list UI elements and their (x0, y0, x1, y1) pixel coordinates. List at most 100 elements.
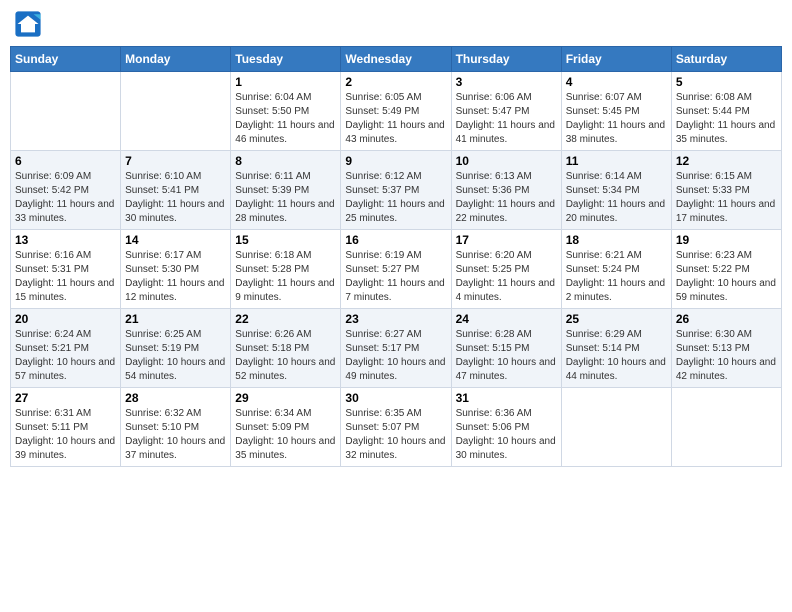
week-row-3: 13 Sunrise: 6:16 AM Sunset: 5:31 PM Dayli… (11, 230, 782, 309)
day-info: Sunrise: 6:06 AM Sunset: 5:47 PM Dayligh… (456, 91, 557, 147)
day-info: Sunrise: 6:25 AM Sunset: 5:19 PM Dayligh… (125, 328, 226, 384)
day-number: 12 (676, 154, 777, 168)
day-info: Sunrise: 6:34 AM Sunset: 5:09 PM Dayligh… (235, 407, 336, 463)
calendar-cell: 18 Sunrise: 6:21 AM Sunset: 5:24 PM Dayli… (561, 230, 671, 309)
calendar-cell (671, 388, 781, 467)
logo (14, 10, 46, 38)
calendar-cell (121, 72, 231, 151)
day-info: Sunrise: 6:12 AM Sunset: 5:37 PM Dayligh… (345, 170, 446, 226)
calendar-cell: 15 Sunrise: 6:18 AM Sunset: 5:28 PM Dayli… (231, 230, 341, 309)
day-number: 20 (15, 312, 116, 326)
day-number: 5 (676, 75, 777, 89)
day-info: Sunrise: 6:24 AM Sunset: 5:21 PM Dayligh… (15, 328, 116, 384)
day-info: Sunrise: 6:17 AM Sunset: 5:30 PM Dayligh… (125, 249, 226, 305)
day-info: Sunrise: 6:11 AM Sunset: 5:39 PM Dayligh… (235, 170, 336, 226)
day-number: 27 (15, 391, 116, 405)
day-number: 3 (456, 75, 557, 89)
day-info: Sunrise: 6:16 AM Sunset: 5:31 PM Dayligh… (15, 249, 116, 305)
logo-icon (14, 10, 42, 38)
calendar-cell: 4Sunrise: 6:07 AM Sunset: 5:45 PM Daylig… (561, 72, 671, 151)
calendar-cell: 26 Sunrise: 6:30 AM Sunset: 5:13 PM Dayli… (671, 309, 781, 388)
calendar-cell: 30 Sunrise: 6:35 AM Sunset: 5:07 PM Dayli… (341, 388, 451, 467)
calendar-cell: 9 Sunrise: 6:12 AM Sunset: 5:37 PM Daylig… (341, 151, 451, 230)
day-number: 16 (345, 233, 446, 247)
calendar-cell: 13 Sunrise: 6:16 AM Sunset: 5:31 PM Dayli… (11, 230, 121, 309)
day-info: Sunrise: 6:13 AM Sunset: 5:36 PM Dayligh… (456, 170, 557, 226)
calendar-cell: 22 Sunrise: 6:26 AM Sunset: 5:18 PM Dayli… (231, 309, 341, 388)
day-number: 24 (456, 312, 557, 326)
day-number: 29 (235, 391, 336, 405)
day-number: 14 (125, 233, 226, 247)
calendar-table: SundayMondayTuesdayWednesdayThursdayFrid… (10, 46, 782, 467)
day-number: 13 (15, 233, 116, 247)
week-row-5: 27 Sunrise: 6:31 AM Sunset: 5:11 PM Dayli… (11, 388, 782, 467)
day-number: 26 (676, 312, 777, 326)
day-number: 28 (125, 391, 226, 405)
calendar-cell: 27 Sunrise: 6:31 AM Sunset: 5:11 PM Dayli… (11, 388, 121, 467)
weekday-header-row: SundayMondayTuesdayWednesdayThursdayFrid… (11, 47, 782, 72)
day-info: Sunrise: 6:09 AM Sunset: 5:42 PM Dayligh… (15, 170, 116, 226)
calendar-cell: 2 Sunrise: 6:05 AM Sunset: 5:49 PM Daylig… (341, 72, 451, 151)
day-info: Sunrise: 6:10 AM Sunset: 5:41 PM Dayligh… (125, 170, 226, 226)
day-info: Sunrise: 6:35 AM Sunset: 5:07 PM Dayligh… (345, 407, 446, 463)
day-number: 31 (456, 391, 557, 405)
day-number: 2 (345, 75, 446, 89)
day-info: Sunrise: 6:32 AM Sunset: 5:10 PM Dayligh… (125, 407, 226, 463)
weekday-header-friday: Friday (561, 47, 671, 72)
day-number: 30 (345, 391, 446, 405)
calendar-cell: 31 Sunrise: 6:36 AM Sunset: 5:06 PM Dayli… (451, 388, 561, 467)
day-number: 22 (235, 312, 336, 326)
day-info: Sunrise: 6:27 AM Sunset: 5:17 PM Dayligh… (345, 328, 446, 384)
calendar-cell: 24 Sunrise: 6:28 AM Sunset: 5:15 PM Dayli… (451, 309, 561, 388)
day-number: 23 (345, 312, 446, 326)
day-number: 21 (125, 312, 226, 326)
week-row-2: 6 Sunrise: 6:09 AM Sunset: 5:42 PM Daylig… (11, 151, 782, 230)
calendar-cell: 19Sunrise: 6:23 AM Sunset: 5:22 PM Dayli… (671, 230, 781, 309)
day-info: Sunrise: 6:20 AM Sunset: 5:25 PM Dayligh… (456, 249, 557, 305)
calendar-cell: 3 Sunrise: 6:06 AM Sunset: 5:47 PM Daylig… (451, 72, 561, 151)
page-header (10, 10, 782, 38)
calendar-cell: 21 Sunrise: 6:25 AM Sunset: 5:19 PM Dayli… (121, 309, 231, 388)
week-row-4: 20 Sunrise: 6:24 AM Sunset: 5:21 PM Dayli… (11, 309, 782, 388)
weekday-header-tuesday: Tuesday (231, 47, 341, 72)
day-info: Sunrise: 6:36 AM Sunset: 5:06 PM Dayligh… (456, 407, 557, 463)
calendar-cell: 10 Sunrise: 6:13 AM Sunset: 5:36 PM Dayli… (451, 151, 561, 230)
day-info: Sunrise: 6:26 AM Sunset: 5:18 PM Dayligh… (235, 328, 336, 384)
calendar-cell: 17 Sunrise: 6:20 AM Sunset: 5:25 PM Dayli… (451, 230, 561, 309)
day-info: Sunrise: 6:21 AM Sunset: 5:24 PM Dayligh… (566, 249, 667, 305)
day-number: 1 (235, 75, 336, 89)
calendar-cell: 1Sunrise: 6:04 AM Sunset: 5:50 PM Daylig… (231, 72, 341, 151)
day-number: 7 (125, 154, 226, 168)
calendar-cell: 23 Sunrise: 6:27 AM Sunset: 5:17 PM Dayli… (341, 309, 451, 388)
day-info: Sunrise: 6:23 AM Sunset: 5:22 PM Dayligh… (676, 249, 777, 305)
day-info: Sunrise: 6:05 AM Sunset: 5:49 PM Dayligh… (345, 91, 446, 147)
day-number: 18 (566, 233, 667, 247)
calendar-cell: 5Sunrise: 6:08 AM Sunset: 5:44 PM Daylig… (671, 72, 781, 151)
day-number: 10 (456, 154, 557, 168)
calendar-cell: 16 Sunrise: 6:19 AM Sunset: 5:27 PM Dayli… (341, 230, 451, 309)
day-info: Sunrise: 6:19 AM Sunset: 5:27 PM Dayligh… (345, 249, 446, 305)
calendar-cell: 12Sunrise: 6:15 AM Sunset: 5:33 PM Dayli… (671, 151, 781, 230)
calendar-cell: 7 Sunrise: 6:10 AM Sunset: 5:41 PM Daylig… (121, 151, 231, 230)
day-number: 9 (345, 154, 446, 168)
day-number: 15 (235, 233, 336, 247)
day-number: 11 (566, 154, 667, 168)
weekday-header-wednesday: Wednesday (341, 47, 451, 72)
weekday-header-thursday: Thursday (451, 47, 561, 72)
day-info: Sunrise: 6:30 AM Sunset: 5:13 PM Dayligh… (676, 328, 777, 384)
day-info: Sunrise: 6:29 AM Sunset: 5:14 PM Dayligh… (566, 328, 667, 384)
calendar-cell: 25 Sunrise: 6:29 AM Sunset: 5:14 PM Dayli… (561, 309, 671, 388)
day-number: 17 (456, 233, 557, 247)
calendar-cell: 6 Sunrise: 6:09 AM Sunset: 5:42 PM Daylig… (11, 151, 121, 230)
day-info: Sunrise: 6:31 AM Sunset: 5:11 PM Dayligh… (15, 407, 116, 463)
weekday-header-sunday: Sunday (11, 47, 121, 72)
day-number: 25 (566, 312, 667, 326)
day-info: Sunrise: 6:28 AM Sunset: 5:15 PM Dayligh… (456, 328, 557, 384)
calendar-cell (11, 72, 121, 151)
day-info: Sunrise: 6:18 AM Sunset: 5:28 PM Dayligh… (235, 249, 336, 305)
day-number: 4 (566, 75, 667, 89)
day-info: Sunrise: 6:14 AM Sunset: 5:34 PM Dayligh… (566, 170, 667, 226)
day-number: 6 (15, 154, 116, 168)
week-row-1: 1Sunrise: 6:04 AM Sunset: 5:50 PM Daylig… (11, 72, 782, 151)
calendar-cell: 28 Sunrise: 6:32 AM Sunset: 5:10 PM Dayli… (121, 388, 231, 467)
